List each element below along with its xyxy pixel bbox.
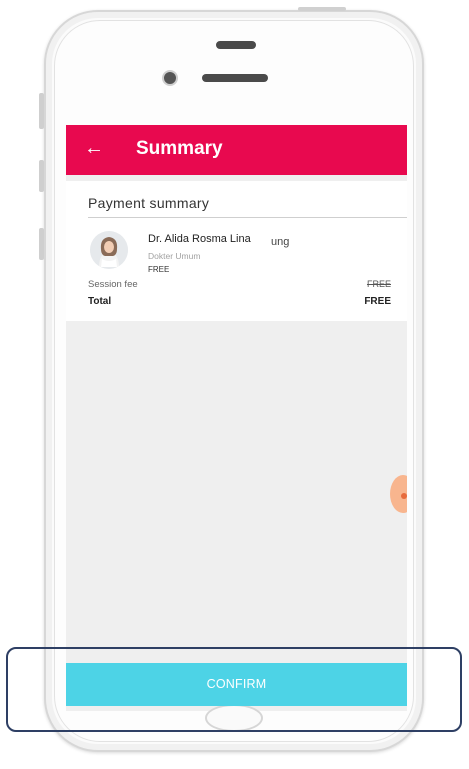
avatar-icon: [90, 231, 128, 269]
floating-chat-dot: [401, 493, 407, 499]
doctor-role: Dokter Umum: [148, 251, 201, 261]
session-fee-value: FREE: [366, 279, 391, 289]
section-title: Payment summary: [88, 195, 210, 211]
phone-side-button: [39, 160, 44, 192]
phone-side-button: [39, 228, 44, 260]
doctor-name: Dr. Alida Rosma Lina: [148, 233, 251, 245]
phone-top-button: [298, 7, 346, 11]
total-label: Total: [88, 296, 112, 307]
app-screen: ← Summary Payment summary Dr. Alida Rosm…: [66, 125, 407, 711]
phone-earpiece: [216, 41, 256, 49]
back-arrow-icon[interactable]: ←: [84, 136, 104, 160]
total-value: FREE: [364, 296, 391, 307]
phone-side-button: [39, 93, 44, 129]
page-title: Summary: [136, 138, 223, 159]
doctor-name-overflow: ung: [271, 236, 290, 248]
app-bar: ← Summary: [66, 125, 407, 175]
payment-summary-card: Payment summary Dr. Alida Rosma Lina ung…: [66, 181, 407, 321]
phone-camera: [162, 70, 178, 86]
phone-speaker: [202, 74, 268, 82]
highlight-frame: [6, 647, 462, 732]
divider: [88, 217, 407, 218]
doctor-avatar: [90, 231, 128, 269]
session-fee-label: Session fee: [88, 279, 138, 290]
stage: ← Summary Payment summary Dr. Alida Rosm…: [0, 0, 469, 769]
doctor-price: FREE: [148, 265, 170, 274]
